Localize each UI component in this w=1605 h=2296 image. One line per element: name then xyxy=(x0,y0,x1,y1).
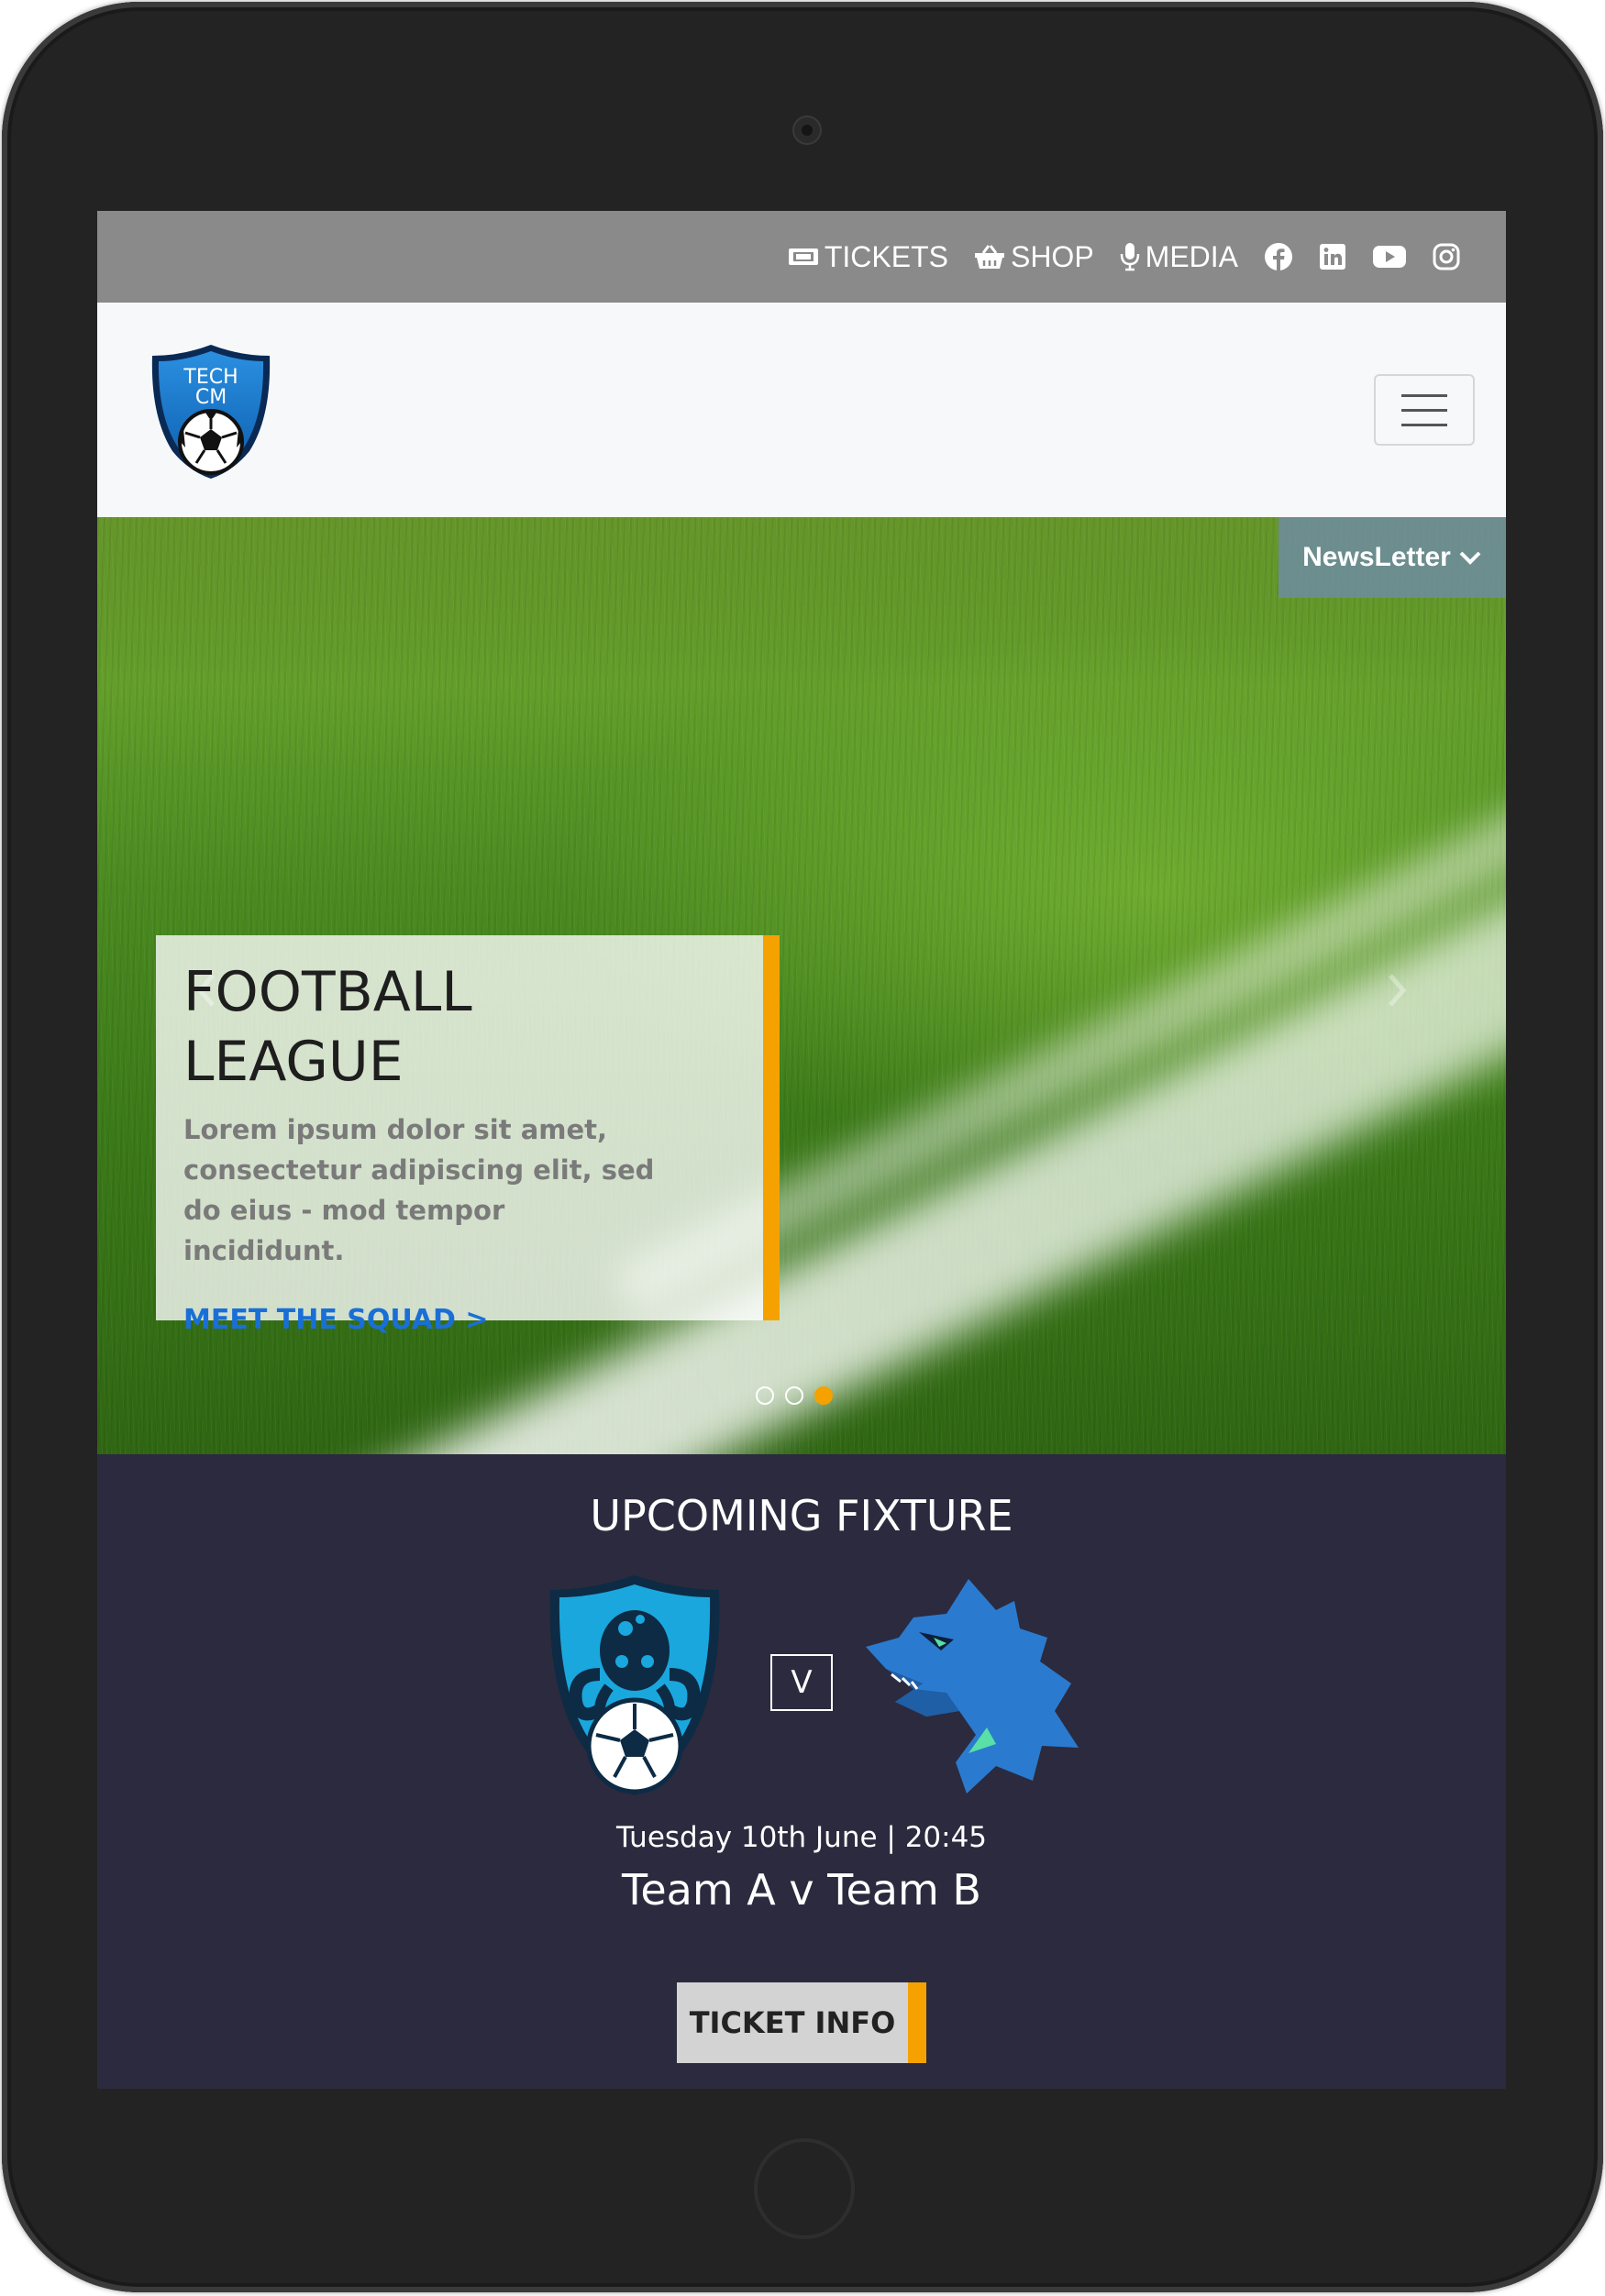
hamburger-line xyxy=(1401,408,1447,412)
hero-title-line1: FOOTBALL xyxy=(183,960,472,1024)
hero-caption: FOOTBALL LEAGUE Lorem ipsum dolor sit am… xyxy=(156,935,780,1336)
ticket-info-button[interactable]: TICKET INFO xyxy=(677,1982,926,2063)
newsletter-button[interactable]: NewsLetter xyxy=(1278,517,1506,598)
shop-label: SHOP xyxy=(1010,239,1094,273)
youtube-icon xyxy=(1373,246,1406,268)
menu-toggle-button[interactable] xyxy=(1374,374,1475,446)
fixture-date: Tuesday 10th June | 20:45 xyxy=(615,1821,988,1854)
linkedin-icon xyxy=(1320,244,1345,270)
newsletter-label: NewsLetter xyxy=(1302,542,1451,572)
hero-carousel: NewsLetter FOOTBALL LEAGUE Lorem ipsum d… xyxy=(97,517,1506,1454)
facebook-icon xyxy=(1265,243,1292,270)
carousel-indicator-2[interactable] xyxy=(785,1386,803,1405)
tickets-label: TICKETS xyxy=(824,239,948,273)
top-bar: TICKETS SHOP MEDIA xyxy=(97,211,1506,303)
meet-the-squad-link[interactable]: MEET THE SQUAD > xyxy=(183,1304,736,1336)
facebook-link[interactable] xyxy=(1264,242,1293,271)
youtube-link[interactable] xyxy=(1372,244,1407,270)
tablet-frame: TICKETS SHOP MEDIA TECH CM NewsLetter FO… xyxy=(2,2,1603,2292)
shop-link[interactable]: SHOP xyxy=(974,240,1094,274)
hero-title: FOOTBALL LEAGUE xyxy=(183,957,736,1097)
hamburger-line xyxy=(1401,423,1447,426)
hero-title-line2: LEAGUE xyxy=(183,1030,404,1094)
linkedin-link[interactable] xyxy=(1319,243,1346,270)
camera-icon xyxy=(792,116,822,145)
versus-label: V xyxy=(770,1654,833,1711)
carousel-indicator-1[interactable] xyxy=(756,1386,774,1405)
media-label: MEDIA xyxy=(1145,239,1238,273)
upcoming-fixture-section: UPCOMING FIXTURE V Tuesday 10th June | 2… xyxy=(97,1454,1506,2089)
site-header: TECH CM xyxy=(97,303,1506,517)
tickets-link[interactable]: TICKETS xyxy=(788,240,948,274)
carousel-indicator-3[interactable] xyxy=(814,1386,833,1405)
hamburger-icon xyxy=(1401,393,1447,397)
instagram-icon xyxy=(1433,243,1460,270)
ticket-icon xyxy=(788,248,818,265)
team-b-logo xyxy=(866,1579,1079,1794)
hero-description: Lorem ipsum dolor sit amet, consectetur … xyxy=(183,1114,655,1266)
screen: TICKETS SHOP MEDIA TECH CM NewsLetter FO… xyxy=(97,211,1506,2089)
logo-text-bottom: CM xyxy=(195,386,227,409)
team-a-logo xyxy=(549,1575,720,1795)
media-link[interactable]: MEDIA xyxy=(1120,240,1238,274)
fixture-heading: UPCOMING FIXTURE xyxy=(590,1491,1013,1540)
carousel-indicators xyxy=(756,1386,833,1405)
microphone-icon xyxy=(1120,243,1139,271)
basket-icon xyxy=(974,245,1004,269)
carousel-next-icon[interactable] xyxy=(1383,972,1411,1009)
instagram-link[interactable] xyxy=(1433,243,1460,270)
club-logo[interactable]: TECH CM xyxy=(149,343,273,480)
chevron-down-icon xyxy=(1459,551,1481,565)
fixture-teams: Team A v Team B xyxy=(622,1865,981,1915)
home-button[interactable] xyxy=(754,2138,855,2239)
